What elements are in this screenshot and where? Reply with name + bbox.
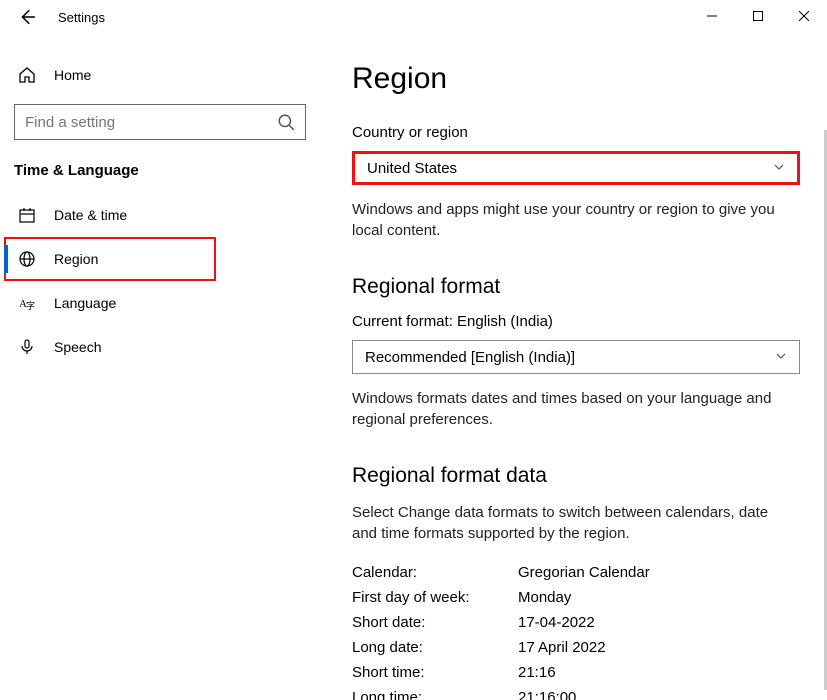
minimize-button[interactable]	[689, 0, 735, 32]
country-dropdown[interactable]: United States	[352, 151, 800, 185]
country-hint: Windows and apps might use your country …	[352, 199, 797, 241]
globe-icon	[18, 250, 36, 268]
sidebar-item-label: Speech	[54, 339, 101, 355]
home-icon	[18, 66, 36, 84]
format-hint: Windows formats dates and times based on…	[352, 388, 797, 430]
sidebar-item-language[interactable]: A字 Language	[0, 281, 320, 325]
format-value: Recommended [English (India)]	[365, 349, 575, 366]
sidebar-item-date-time[interactable]: Date & time	[0, 193, 320, 237]
search-icon	[277, 113, 295, 131]
sidebar-item-label: Language	[54, 295, 116, 311]
table-row: Long time:21:16:00	[352, 685, 797, 700]
format-data-heading: Regional format data	[352, 464, 797, 488]
sidebar-item-region[interactable]: Region	[4, 237, 216, 281]
close-button[interactable]	[781, 0, 827, 32]
table-row: First day of week:Monday	[352, 585, 797, 610]
sidebar-item-label: Home	[54, 67, 91, 83]
calendar-icon	[18, 206, 36, 224]
current-format-label: Current format: English (India)	[352, 313, 797, 330]
sidebar-item-home[interactable]: Home	[0, 56, 320, 94]
sidebar-item-label: Region	[54, 251, 98, 267]
page-title: Region	[352, 62, 797, 96]
table-row: Short date:17-04-2022	[352, 610, 797, 635]
country-value: United States	[367, 160, 457, 177]
search-input[interactable]	[25, 114, 265, 131]
microphone-icon	[18, 338, 36, 356]
language-icon: A字	[18, 294, 36, 312]
table-row: Short time:21:16	[352, 660, 797, 685]
main-content: Region Country or region United States W…	[320, 32, 827, 700]
table-row: Calendar:Gregorian Calendar	[352, 560, 797, 585]
table-row: Long date:17 April 2022	[352, 635, 797, 660]
sidebar: Settings Home Time & Language Date & tim…	[0, 32, 320, 700]
format-dropdown[interactable]: Recommended [English (India)]	[352, 340, 800, 374]
format-data-hint: Select Change data formats to switch bet…	[352, 502, 797, 544]
sidebar-item-speech[interactable]: Speech	[0, 325, 320, 369]
chevron-down-icon	[775, 349, 787, 366]
svg-text:字: 字	[26, 300, 35, 311]
sidebar-item-label: Date & time	[54, 207, 127, 223]
maximize-button[interactable]	[735, 0, 781, 32]
sidebar-category: Time & Language	[0, 140, 320, 193]
search-input-container[interactable]	[14, 104, 306, 140]
country-label: Country or region	[352, 124, 797, 141]
chevron-down-icon	[773, 160, 785, 177]
regional-format-heading: Regional format	[352, 275, 797, 299]
window-title: Settings	[58, 10, 105, 25]
back-icon[interactable]	[18, 8, 36, 26]
